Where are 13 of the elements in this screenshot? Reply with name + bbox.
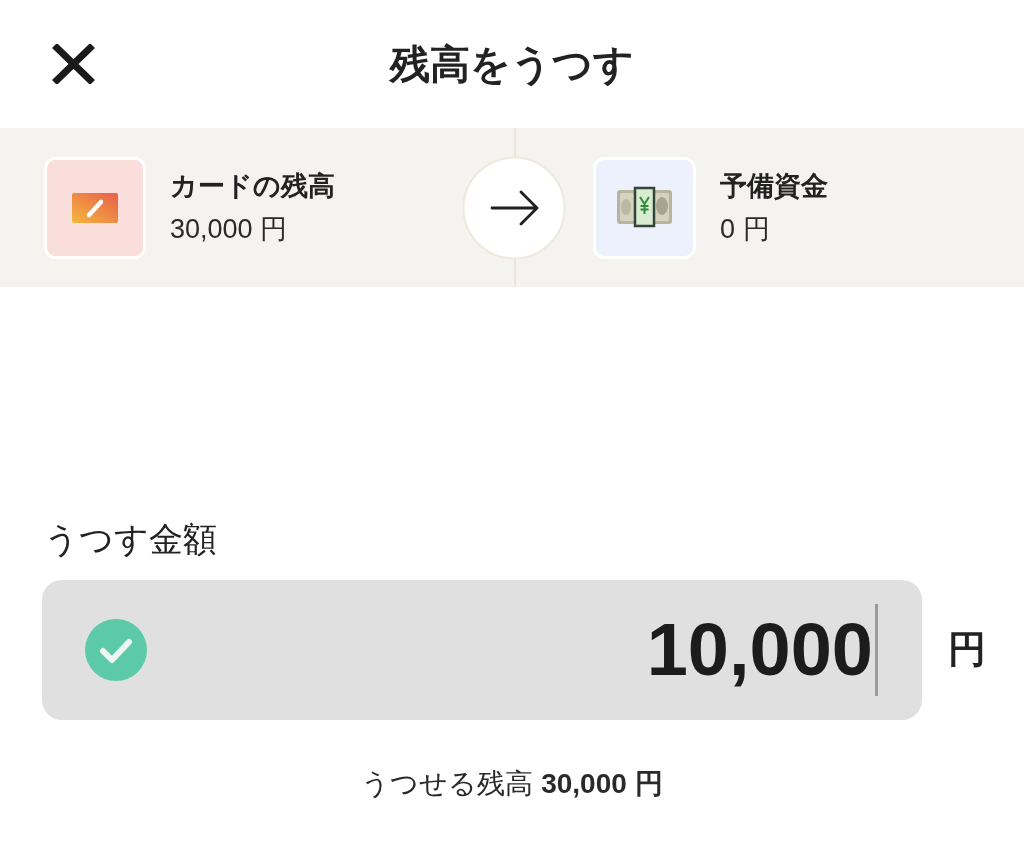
available-balance-text: うつせる残高 30,000 円	[361, 766, 663, 801]
banknote-icon	[593, 156, 696, 259]
account-balance: 0 円	[720, 212, 770, 245]
amount-field[interactable]: 10,000	[42, 579, 922, 720]
account-name: カードの残高	[170, 170, 335, 203]
account-balance: 30,000 円	[170, 212, 288, 245]
currency-unit: 円	[948, 627, 986, 673]
account-name: 予備資金	[720, 170, 828, 203]
amount-label: うつす金額	[44, 519, 217, 560]
amount-value: 10,000	[646, 609, 873, 691]
close-icon[interactable]	[52, 44, 95, 84]
card-icon	[44, 156, 146, 259]
screen-title: 残高をうつす	[390, 41, 634, 88]
